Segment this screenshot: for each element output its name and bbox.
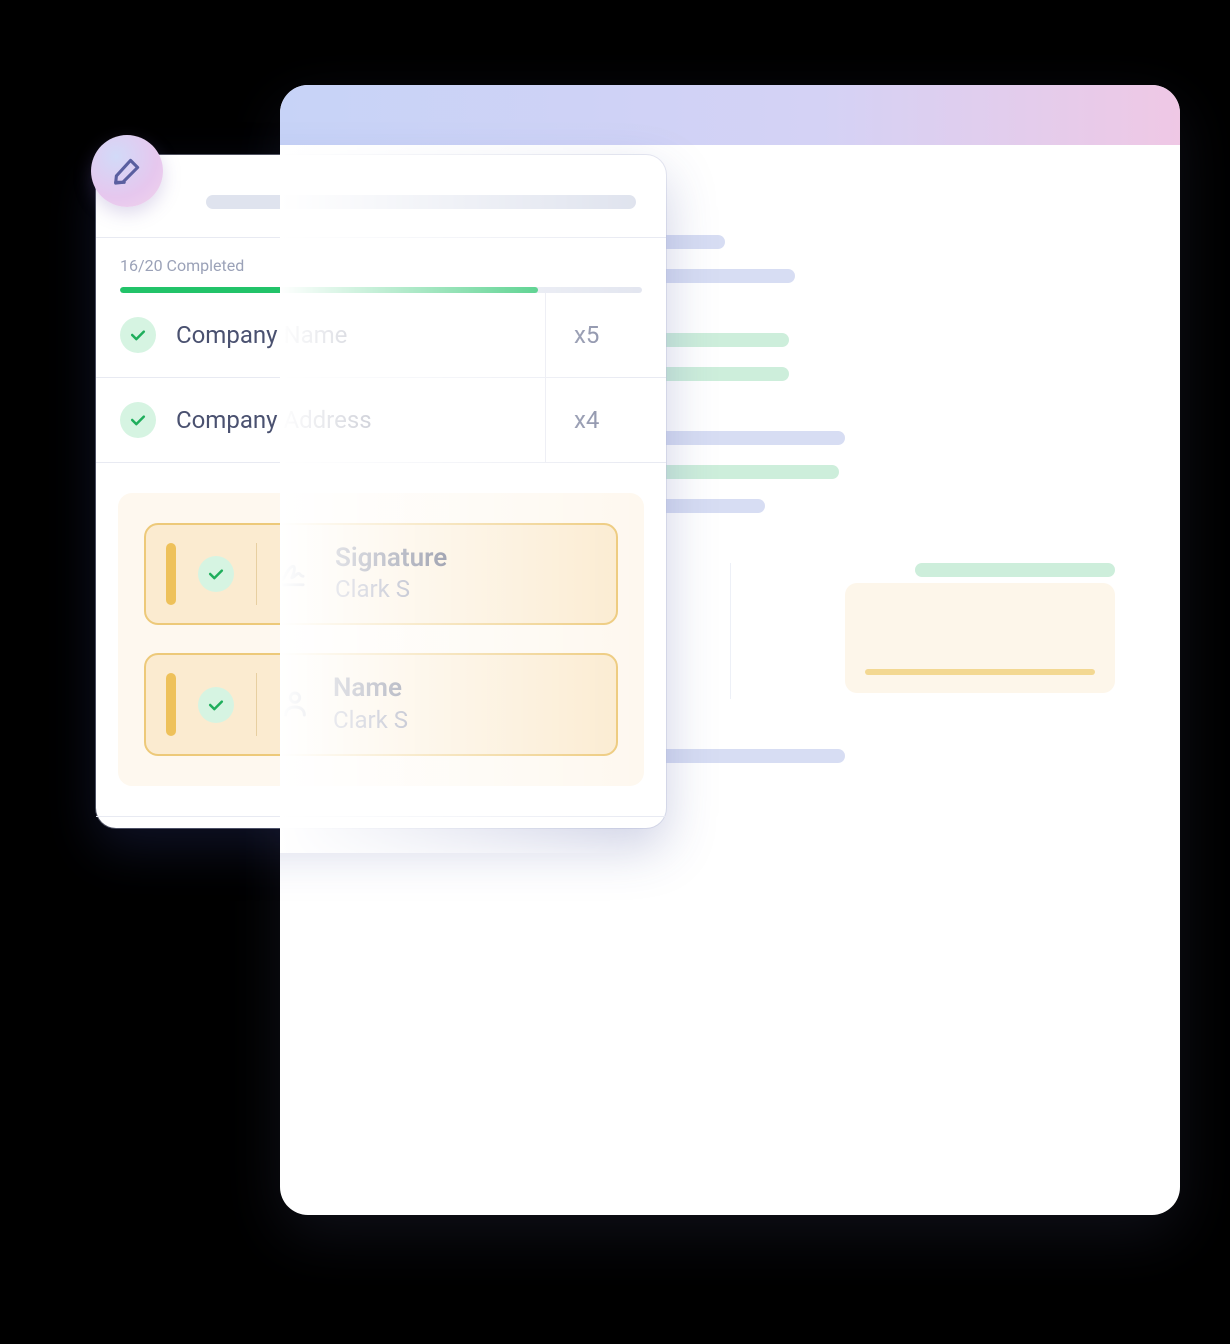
- field-row-company-address[interactable]: Company Address x4: [96, 378, 666, 463]
- check-icon: [120, 317, 156, 353]
- progress-label: 16/20 Completed: [120, 256, 642, 275]
- card-subtitle: Clark S: [335, 574, 447, 605]
- panel-title-placeholder: [206, 195, 636, 209]
- check-icon: [120, 402, 156, 438]
- completion-panel: 16/20 Completed Company Name x5 Company …: [96, 155, 666, 828]
- field-count: x4: [546, 406, 666, 434]
- check-icon: [198, 687, 234, 723]
- card-accent-stripe: [166, 543, 176, 605]
- card-title: Signature: [335, 543, 447, 574]
- person-icon: [279, 687, 311, 723]
- signature-card[interactable]: Signature Clark S: [144, 523, 618, 625]
- signer-cards-block: Signature Clark S Name Clark S: [118, 493, 644, 786]
- field-count: x5: [546, 321, 666, 349]
- signature-box-placeholder: [845, 583, 1115, 693]
- document-header-gradient: [280, 85, 1180, 145]
- field-label: Company Name: [176, 321, 347, 349]
- field-label: Company Address: [176, 406, 372, 434]
- card-accent-stripe: [166, 673, 176, 735]
- name-card[interactable]: Name Clark S: [144, 653, 618, 755]
- card-title: Name: [333, 673, 408, 704]
- signature-icon: [279, 555, 313, 593]
- card-subtitle: Clark S: [333, 705, 408, 736]
- check-icon: [198, 556, 234, 592]
- field-row-company-name[interactable]: Company Name x5: [96, 293, 666, 378]
